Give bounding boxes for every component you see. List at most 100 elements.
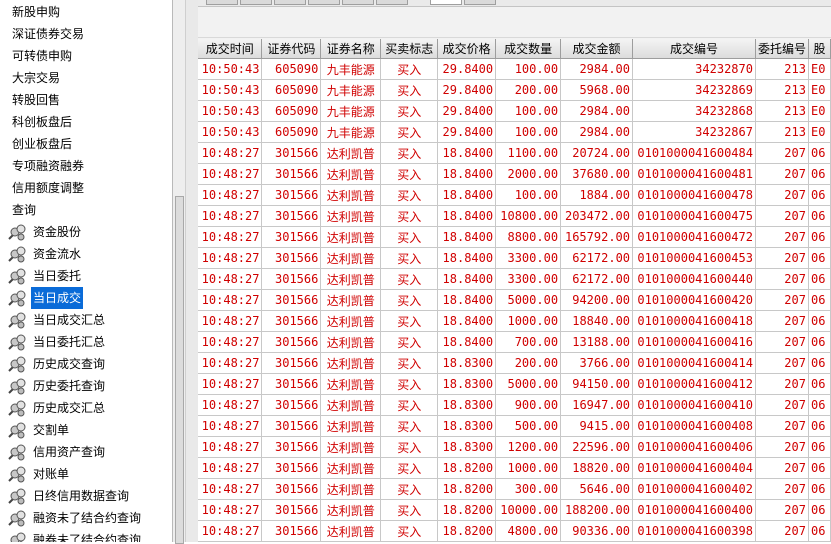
nav-item[interactable]: 当日成交汇总 <box>6 309 107 331</box>
column-header[interactable]: 成交编号 <box>632 39 756 59</box>
toolbar-button[interactable] <box>376 0 408 5</box>
table-row[interactable]: 10:48:27 301566 达利凯普 买入 18.8400 1000.00 18840.… <box>198 310 831 332</box>
nav-item[interactable]: 转股回售 <box>10 89 62 111</box>
table-row[interactable]: 10:48:27 301566 达利凯普 买入 18.8300 5000.00 94150.… <box>198 373 831 395</box>
table-cell: 06 <box>808 520 831 542</box>
nav-item[interactable]: 查询 <box>10 199 38 221</box>
table-row[interactable]: 10:48:27 301566 达利凯普 买入 18.8400 2000.00 37680.… <box>198 163 831 185</box>
nav-item[interactable]: 融资未了结合约查询 <box>6 507 143 529</box>
table-row[interactable]: 10:48:27 301566 达利凯普 买入 18.8300 500.00 9415.00… <box>198 415 831 437</box>
table-row[interactable]: 10:48:27 301566 达利凯普 买入 18.8400 8800.00 165792… <box>198 226 831 248</box>
column-header[interactable]: 买卖标志 <box>380 39 439 59</box>
column-header[interactable]: 成交时间 <box>198 39 263 59</box>
table-cell: 06 <box>808 457 831 479</box>
nav-item[interactable]: 历史委托查询 <box>6 375 107 397</box>
table-row[interactable]: 10:48:27 301566 达利凯普 买入 18.8400 1100.00 20724.… <box>198 142 831 164</box>
table-cell: E0 <box>808 58 831 80</box>
table-cell: 10:48:27 <box>198 373 263 395</box>
toolbar-button[interactable] <box>274 0 306 5</box>
column-header[interactable]: 成交价格 <box>437 39 497 59</box>
table-row[interactable]: 10:50:43 605090 九丰能源 买入 29.8400 200.00 5968.00… <box>198 79 831 101</box>
nav-item-label: 当日委托汇总 <box>33 335 106 349</box>
column-header[interactable]: 股 <box>808 39 831 59</box>
toolbar-button[interactable] <box>240 0 272 5</box>
nav-item[interactable]: 资金股份 <box>6 221 83 243</box>
table-cell: 301566 <box>261 436 322 458</box>
table-row[interactable]: 10:48:27 301566 达利凯普 买入 18.8200 300.00 5646.00… <box>198 478 831 500</box>
table-cell: 10:48:27 <box>198 184 263 206</box>
nav-item[interactable]: 可转债申购 <box>10 45 74 67</box>
nav-item[interactable]: 新股申购 <box>10 1 62 23</box>
nav-item[interactable]: 创业板盘后 <box>10 133 74 155</box>
table-cell: 18.8200 <box>437 457 497 479</box>
table-row[interactable]: 10:48:27 301566 达利凯普 买入 18.8400 100.00 1884.00… <box>198 184 831 206</box>
table-cell: 94150.00 <box>560 373 634 395</box>
nav-item[interactable]: 信用额度调整 <box>10 177 86 199</box>
table-cell: 买入 <box>380 205 439 227</box>
table-row[interactable]: 10:48:27 301566 达利凯普 买入 18.8400 3300.00 62172.… <box>198 247 831 269</box>
table-row[interactable]: 10:48:27 301566 达利凯普 买入 18.8300 1200.00 22596.… <box>198 436 831 458</box>
table-row[interactable]: 10:48:27 301566 达利凯普 买入 18.8400 10800.00 20347… <box>198 205 831 227</box>
table-cell: 达利凯普 <box>320 331 382 353</box>
nav-item[interactable]: 深证债券交易 <box>10 23 86 45</box>
toolbar-button[interactable] <box>308 0 340 5</box>
table-row[interactable]: 10:48:27 301566 达利凯普 买入 18.8200 10000.00 18820… <box>198 499 831 521</box>
table-cell: 4800.00 <box>495 520 562 542</box>
nav-item[interactable]: 大宗交易 <box>10 67 62 89</box>
table-cell: 0101000041600418 <box>632 310 756 332</box>
nav-item[interactable]: 科创板盘后 <box>10 111 74 133</box>
table-cell: 18.8400 <box>437 331 497 353</box>
table-row[interactable]: 10:48:27 301566 达利凯普 买入 18.8300 900.00 16947.0… <box>198 394 831 416</box>
table-cell: 10:48:27 <box>198 520 263 542</box>
column-header[interactable]: 证券代码 <box>261 39 322 59</box>
nav-item[interactable]: 当日委托汇总 <box>6 331 107 353</box>
sidebar-scrollbar[interactable] <box>172 0 185 544</box>
panel-splitter[interactable] <box>185 0 199 542</box>
table-row[interactable]: 10:48:27 301566 达利凯普 买入 18.8400 3300.00 62172.… <box>198 268 831 290</box>
toolbar-button[interactable] <box>430 0 462 5</box>
table-row[interactable]: 10:50:43 605090 九丰能源 买入 29.8400 100.00 2984.00… <box>198 58 831 80</box>
table-cell: 207 <box>755 310 809 332</box>
table-cell: 买入 <box>380 289 439 311</box>
query-node-icon <box>6 245 28 265</box>
table-cell: 买入 <box>380 394 439 416</box>
table-cell: 10:48:27 <box>198 499 263 521</box>
nav-item[interactable]: 专项融资融券 <box>10 155 86 177</box>
nav-item-label: 资金股份 <box>33 225 82 239</box>
sidebar-scrollbar-thumb[interactable] <box>175 196 184 544</box>
table-row[interactable]: 10:48:27 301566 达利凯普 买入 18.8200 1000.00 18820.… <box>198 457 831 479</box>
column-header[interactable]: 委托编号 <box>755 39 809 59</box>
column-header[interactable]: 成交金额 <box>560 39 634 59</box>
table-cell: 买入 <box>380 457 439 479</box>
column-header[interactable]: 证券名称 <box>320 39 382 59</box>
nav-item[interactable]: 当日委托 <box>6 265 83 287</box>
toolbar-button[interactable] <box>464 0 496 5</box>
table-row[interactable]: 10:48:27 301566 达利凯普 买入 18.8300 200.00 3766.00… <box>198 352 831 374</box>
table-cell: 1000.00 <box>495 310 562 332</box>
table-cell: 10:48:27 <box>198 457 263 479</box>
nav-item[interactable]: 资金流水 <box>6 243 83 265</box>
table-cell: 2000.00 <box>495 163 562 185</box>
toolbar-button[interactable] <box>342 0 374 5</box>
table-cell: 500.00 <box>495 415 562 437</box>
table-row[interactable]: 10:48:27 301566 达利凯普 买入 18.8400 700.00 13188.0… <box>198 331 831 353</box>
nav-item[interactable]: 信用资产查询 <box>6 441 107 463</box>
nav-item[interactable]: 融券未了结合约查询 <box>6 529 143 542</box>
column-header[interactable]: 成交数量 <box>495 39 562 59</box>
nav-item[interactable]: 当日成交 <box>6 287 84 309</box>
nav-item[interactable]: 历史成交查询 <box>6 353 107 375</box>
table-cell: 34232869 <box>632 79 756 101</box>
nav-item[interactable]: 历史成交汇总 <box>6 397 107 419</box>
table-row[interactable]: 10:48:27 301566 达利凯普 买入 18.8400 5000.00 94200.… <box>198 289 831 311</box>
toolbar-button[interactable] <box>206 0 238 5</box>
table-row[interactable]: 10:48:27 301566 达利凯普 买入 18.8200 4800.00 90336.… <box>198 520 831 542</box>
table-cell: 买入 <box>380 142 439 164</box>
table-cell: 达利凯普 <box>320 499 382 521</box>
nav-item[interactable]: 对账单 <box>6 463 71 485</box>
table-cell: 买入 <box>380 184 439 206</box>
nav-item[interactable]: 交割单 <box>6 419 71 441</box>
table-row[interactable]: 10:50:43 605090 九丰能源 买入 29.8400 100.00 2984.00… <box>198 121 831 143</box>
nav-item[interactable]: 日终信用数据查询 <box>6 485 131 507</box>
table-row[interactable]: 10:50:43 605090 九丰能源 买入 29.8400 100.00 2984.00… <box>198 100 831 122</box>
table-cell: 207 <box>755 226 809 248</box>
